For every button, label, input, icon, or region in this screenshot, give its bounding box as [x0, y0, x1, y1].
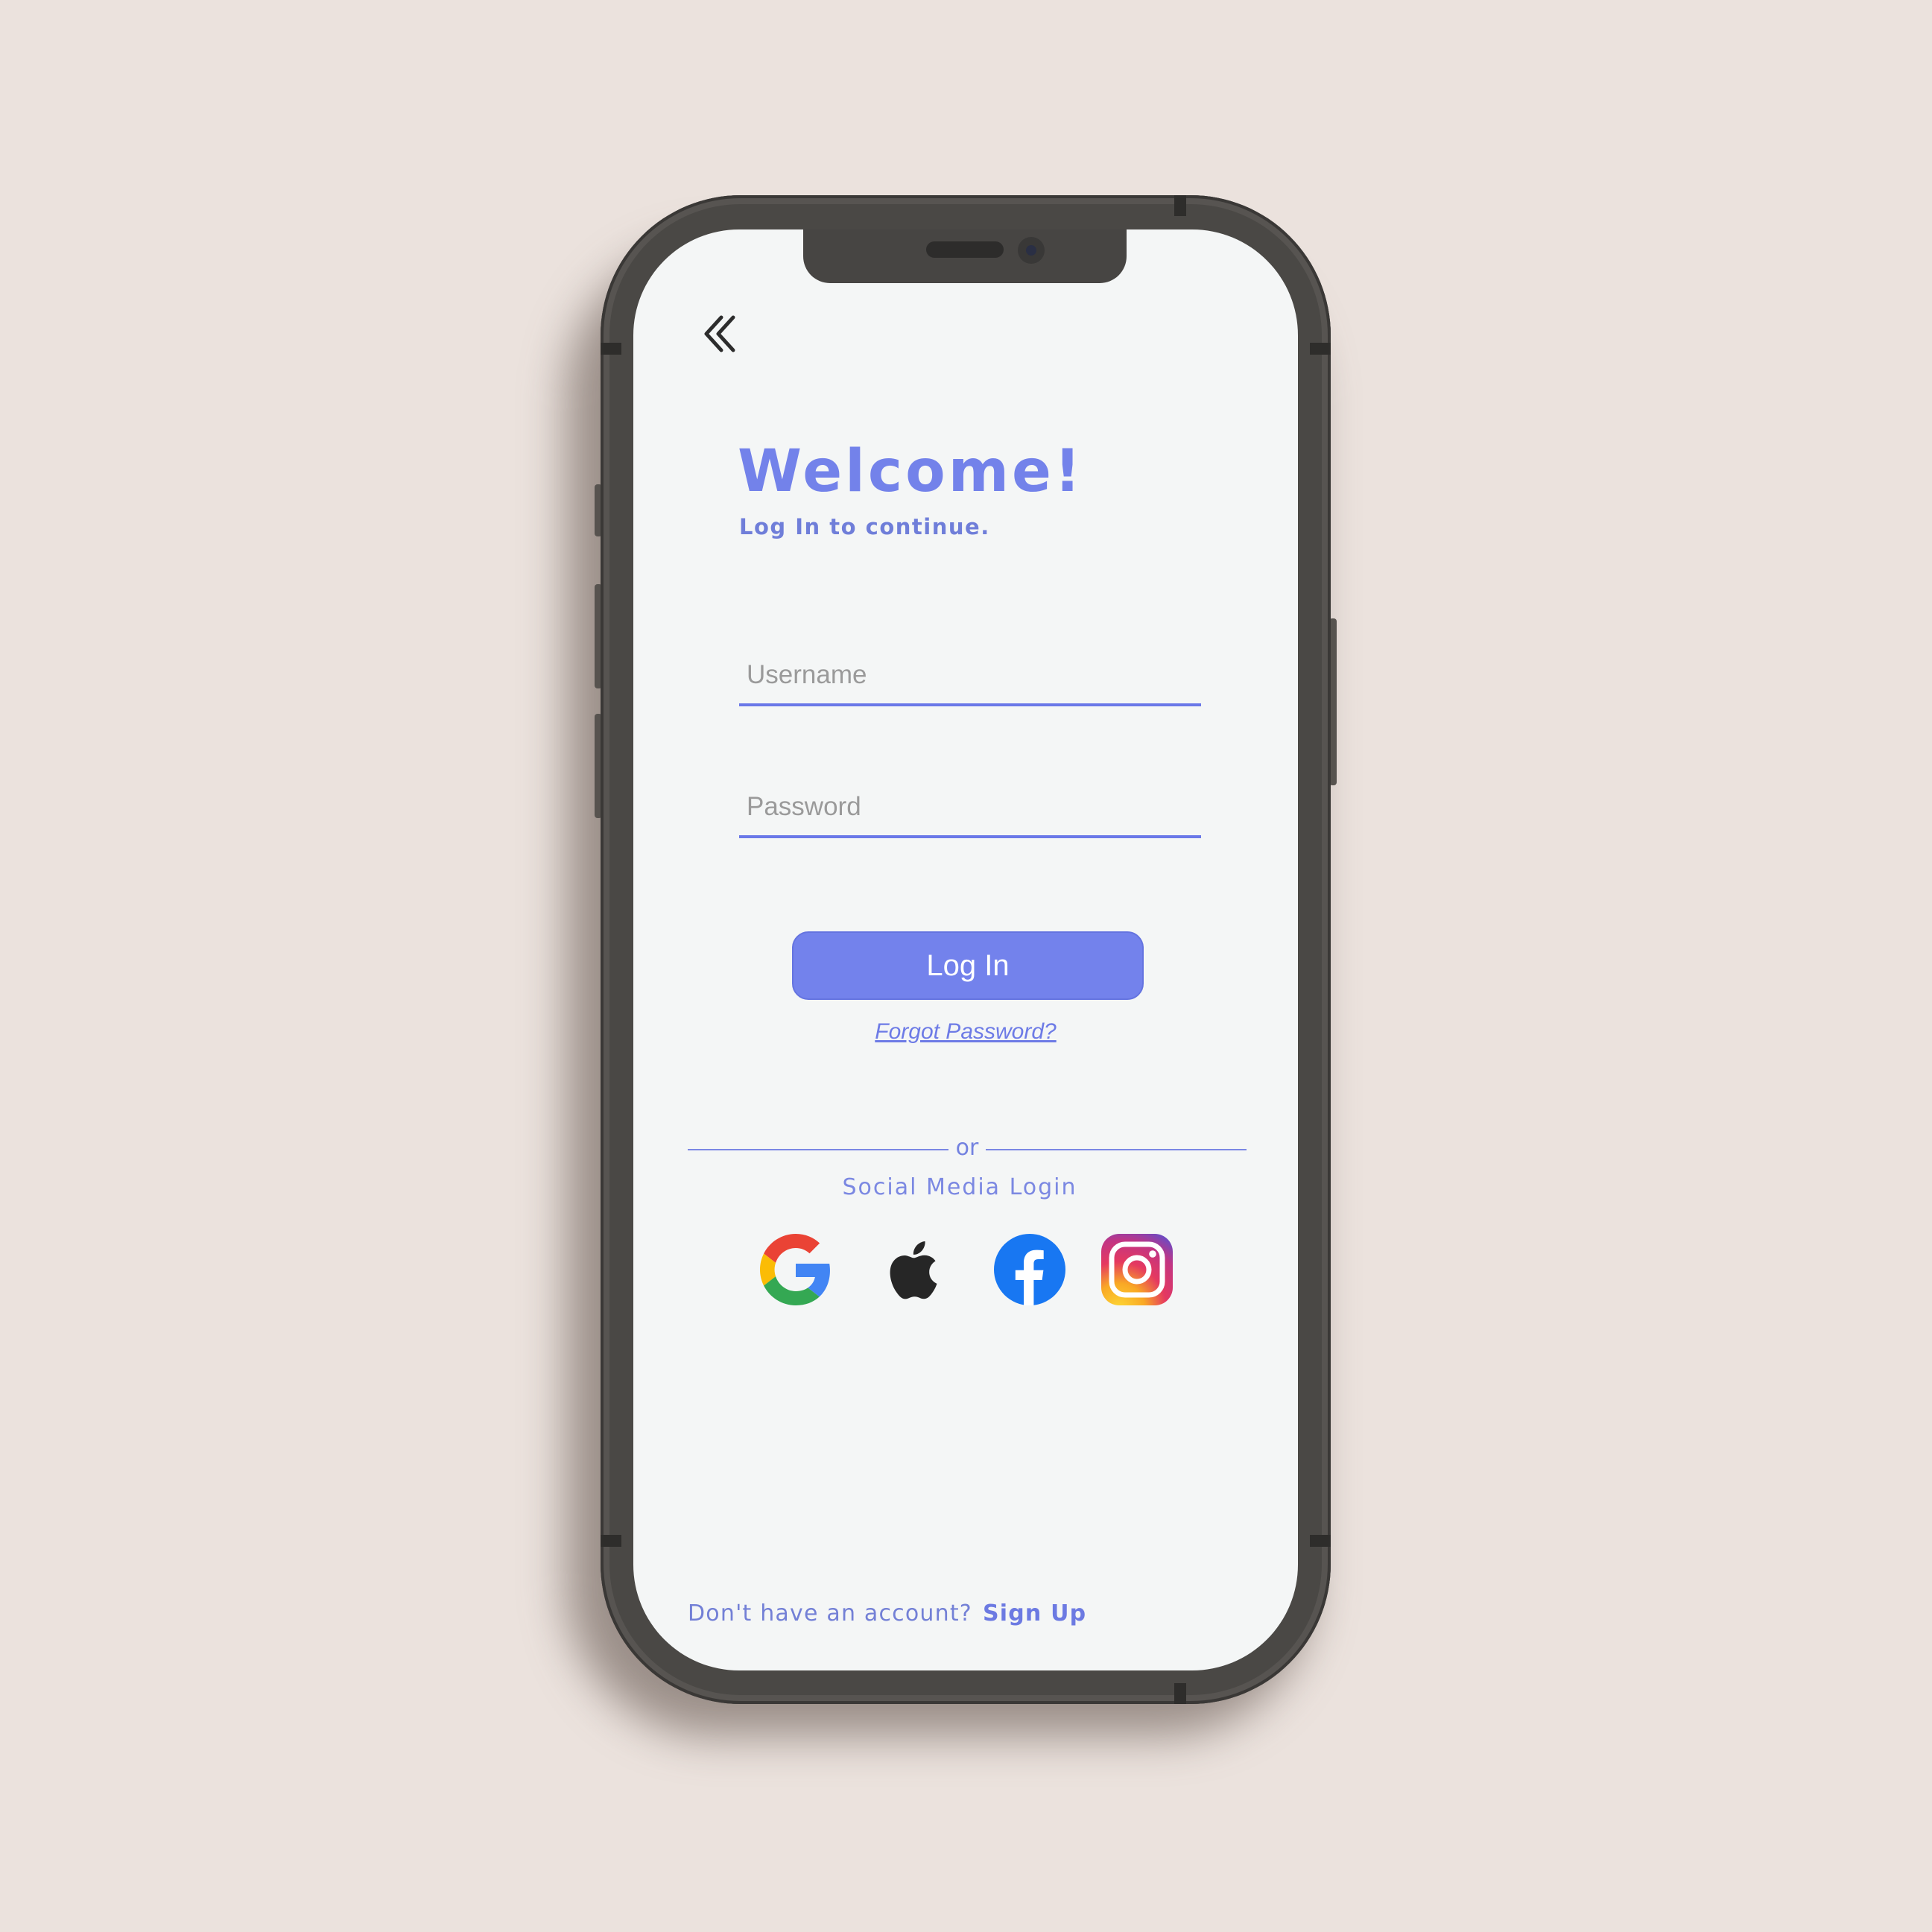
antenna-band — [1310, 343, 1331, 355]
back-button[interactable] — [699, 310, 747, 358]
google-icon — [760, 1234, 830, 1305]
notch — [803, 229, 1127, 283]
divider-line — [688, 1149, 948, 1150]
forgot-password-link[interactable]: Forgot Password? — [633, 1019, 1298, 1045]
divider-text: or — [955, 1135, 979, 1161]
google-login-button[interactable] — [760, 1234, 832, 1305]
divider-line — [986, 1149, 1247, 1150]
stage: Welcome! Log In to continue. Log In Forg… — [0, 0, 1932, 1932]
facebook-login-button[interactable] — [994, 1234, 1065, 1305]
social-login-label: Social Media Login — [842, 1174, 1077, 1200]
antenna-band — [1174, 195, 1186, 216]
username-input[interactable] — [739, 647, 1201, 706]
signup-link[interactable]: Sign Up — [983, 1600, 1086, 1627]
antenna-band — [1310, 1535, 1331, 1547]
antenna-band — [1174, 1683, 1186, 1704]
front-camera — [1018, 237, 1045, 264]
password-input[interactable] — [739, 779, 1201, 838]
antenna-band — [601, 343, 621, 355]
signup-row: Don't have an account? Sign Up — [688, 1600, 1086, 1627]
page-title: Welcome! — [738, 438, 1084, 505]
login-button[interactable]: Log In — [792, 931, 1144, 1000]
instagram-icon — [1101, 1234, 1173, 1305]
apple-icon — [890, 1241, 937, 1299]
antenna-band — [601, 1535, 621, 1547]
instagram-login-button[interactable] — [1101, 1234, 1173, 1305]
earpiece-speaker — [926, 241, 1004, 258]
signup-prompt: Don't have an account? — [688, 1600, 972, 1627]
double-chevron-left-icon — [704, 315, 735, 352]
apple-login-button[interactable] — [879, 1234, 951, 1305]
page-subtitle: Log In to continue. — [739, 514, 990, 539]
phone-screen: Welcome! Log In to continue. Log In Forg… — [633, 229, 1298, 1670]
or-divider: or — [688, 1135, 1247, 1165]
facebook-icon — [994, 1234, 1065, 1305]
